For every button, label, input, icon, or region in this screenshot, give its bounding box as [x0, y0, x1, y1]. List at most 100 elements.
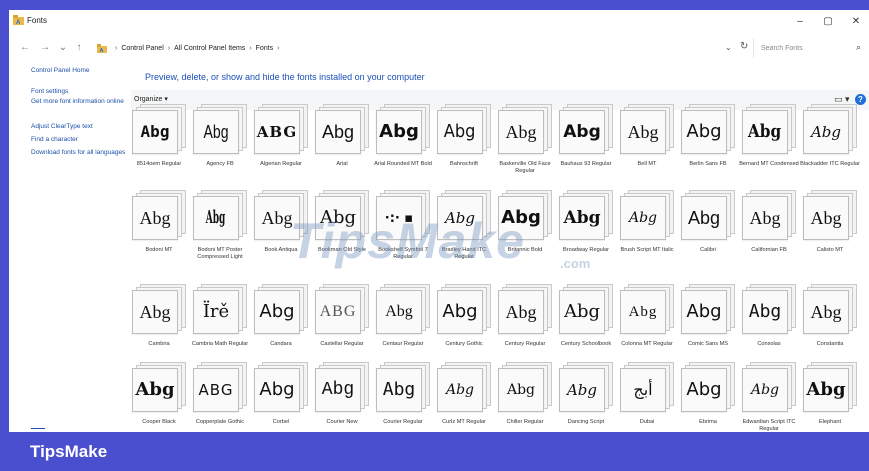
- font-tile[interactable]: ABG Copperplate Gothic: [191, 362, 249, 442]
- font-tile[interactable]: Abg Baskerville Old Face Regular: [496, 104, 554, 184]
- font-preview-icon: Abg: [437, 362, 491, 414]
- font-tile[interactable]: Abg Calisto MT: [801, 190, 859, 270]
- font-sample: Abg: [259, 379, 295, 400]
- download-fonts-link[interactable]: Download fonts for all languages: [31, 149, 127, 157]
- title-bar: A Fonts – ▢ ✕: [9, 10, 869, 34]
- font-tile[interactable]: Abg Edwardian Script ITC Regular: [740, 362, 798, 442]
- search-input[interactable]: [761, 44, 847, 52]
- font-tile[interactable]: ABG Algerian Regular: [252, 104, 310, 184]
- font-sample: Abg: [563, 301, 601, 322]
- find-character-link[interactable]: Find a character: [31, 136, 127, 144]
- cleartype-link[interactable]: Adjust ClearType text: [31, 123, 127, 131]
- font-tile[interactable]: Abg Colonna MT Regular: [618, 284, 676, 364]
- maximize-button[interactable]: ▢: [817, 14, 839, 30]
- font-settings-link[interactable]: Font settings: [31, 88, 127, 96]
- font-tile[interactable]: Abg Comic Sans MS: [679, 284, 737, 364]
- font-preview-icon: ABG: [315, 284, 369, 336]
- font-tile[interactable]: Abg Berlin Sans FB: [679, 104, 737, 184]
- search-icon[interactable]: ⌕: [856, 42, 861, 53]
- font-preview-icon: Abg: [620, 284, 674, 336]
- font-tile[interactable]: Abg Courier New: [313, 362, 371, 442]
- font-tile[interactable]: Abg Courier Regular: [374, 362, 432, 442]
- minimize-button[interactable]: –: [789, 14, 811, 30]
- font-preview-icon: Abg: [437, 284, 491, 336]
- font-sample: Abg: [749, 208, 781, 228]
- sheet-front: Ïrě: [193, 290, 239, 334]
- font-preview-icon: Abg: [681, 284, 735, 336]
- font-tile[interactable]: Abg Agency FB: [191, 104, 249, 184]
- font-name: Arial Rounded MT Bold: [374, 161, 432, 167]
- font-tile[interactable]: Abg Elephant: [801, 362, 859, 442]
- font-tile[interactable]: Abg Bodoni MT Poster Compressed Light: [191, 190, 249, 270]
- font-tile[interactable]: Abg Curlz MT Regular: [435, 362, 493, 442]
- sheet-front: Abg: [315, 110, 361, 154]
- font-tile[interactable]: Abg Cambria: [130, 284, 188, 364]
- chevron-down-icon[interactable]: ⌄: [725, 43, 732, 52]
- font-tile[interactable]: Abg Century Schoolbook: [557, 284, 615, 364]
- sheet-front: Abg: [681, 368, 727, 412]
- back-button[interactable]: ←: [19, 42, 31, 53]
- font-name: Cambria: [148, 341, 170, 347]
- font-preview-icon: Abg: [742, 190, 796, 242]
- sheet-front: Abg: [254, 368, 300, 412]
- left-pane: Control Panel Home Font settings Get mor…: [9, 62, 131, 432]
- breadcrumb-fonts[interactable]: Fonts: [256, 45, 274, 52]
- font-tile[interactable]: Abg Constantia: [801, 284, 859, 364]
- font-sample: Abg: [628, 210, 658, 226]
- close-button[interactable]: ✕: [845, 14, 867, 30]
- font-sample: Abg: [203, 122, 229, 142]
- brand-logo: TipsMake: [30, 442, 108, 461]
- search-box[interactable]: ⌕: [753, 38, 865, 58]
- font-sample: ABG: [198, 380, 234, 399]
- font-tile[interactable]: Ïrě Cambria Math Regular: [191, 284, 249, 364]
- font-info-online-link[interactable]: Get more font information online: [31, 98, 127, 106]
- font-preview-icon: Abg: [803, 362, 857, 414]
- control-panel-home-link[interactable]: Control Panel Home: [31, 67, 127, 75]
- sheet-front: Abg: [376, 368, 422, 412]
- font-tile[interactable]: Abg Bauhaus 93 Regular: [557, 104, 615, 184]
- font-tile[interactable]: Abg Cooper Black: [130, 362, 188, 442]
- font-name: Agency FB: [206, 161, 234, 167]
- font-tile[interactable]: Abg Arial Rounded MT Bold: [374, 104, 432, 184]
- font-preview-icon: Abg: [437, 104, 491, 156]
- forward-button[interactable]: →: [39, 42, 51, 53]
- organize-button[interactable]: Organize ▾: [134, 95, 168, 103]
- font-preview-icon: Abg: [132, 284, 186, 336]
- font-tile[interactable]: Abg Ebrima: [679, 362, 737, 442]
- font-tile[interactable]: ABG Castellar Regular: [313, 284, 371, 364]
- breadcrumb-control-panel[interactable]: Control Panel: [121, 45, 163, 52]
- font-tile[interactable]: Abg Blackadder ITC Regular: [800, 104, 860, 184]
- font-tile[interactable]: Abg Calibri: [679, 190, 737, 270]
- font-tile[interactable]: Abg Consolas: [740, 284, 798, 364]
- font-tile[interactable]: Abg Century Regular: [496, 284, 554, 364]
- font-tile[interactable]: أبج Dubai: [618, 362, 676, 442]
- font-tile[interactable]: Abg Bernard MT Condensed: [739, 104, 799, 184]
- font-sample: Abg: [748, 121, 782, 142]
- recent-locations-button[interactable]: ⌄: [57, 42, 69, 53]
- font-tile[interactable]: Abg Arial: [313, 104, 371, 184]
- refresh-icon[interactable]: ↻: [740, 41, 748, 52]
- font-name: Dancing Script: [567, 419, 605, 425]
- font-sample: Abg: [442, 301, 478, 322]
- font-tile[interactable]: Abg 8514oem Regular: [130, 104, 188, 184]
- font-preview-icon: Abg: [803, 104, 857, 156]
- sheet-front: Abg: [437, 368, 483, 412]
- font-tile[interactable]: Abg Bell MT: [618, 104, 676, 184]
- font-sample: أبج: [633, 380, 653, 399]
- breadcrumb-all-items[interactable]: All Control Panel Items: [174, 45, 245, 52]
- up-button[interactable]: ↑: [73, 42, 85, 53]
- font-tile[interactable]: Abg Bodoni MT: [130, 190, 188, 270]
- font-sample: Abg: [321, 122, 355, 142]
- font-tile[interactable]: Abg Centaur Regular: [374, 284, 432, 364]
- font-tile[interactable]: Abg Brush Script MT Italic: [618, 190, 676, 270]
- font-tile[interactable]: Abg Corbel: [252, 362, 310, 442]
- font-tile[interactable]: Abg Century Gothic: [435, 284, 493, 364]
- font-tile[interactable]: Abg Bahnschrift: [435, 104, 493, 184]
- font-tile[interactable]: Abg Candara: [252, 284, 310, 364]
- sheet-front: ABG: [193, 368, 239, 412]
- breadcrumb[interactable]: A › Control Panel › All Control Panel It…: [97, 38, 737, 58]
- font-tile[interactable]: Abg Californian FB: [740, 190, 798, 270]
- font-tile[interactable]: Abg Chiller Regular: [496, 362, 554, 442]
- font-tile[interactable]: Abg Dancing Script: [557, 362, 615, 442]
- font-preview-icon: Abg: [315, 362, 369, 414]
